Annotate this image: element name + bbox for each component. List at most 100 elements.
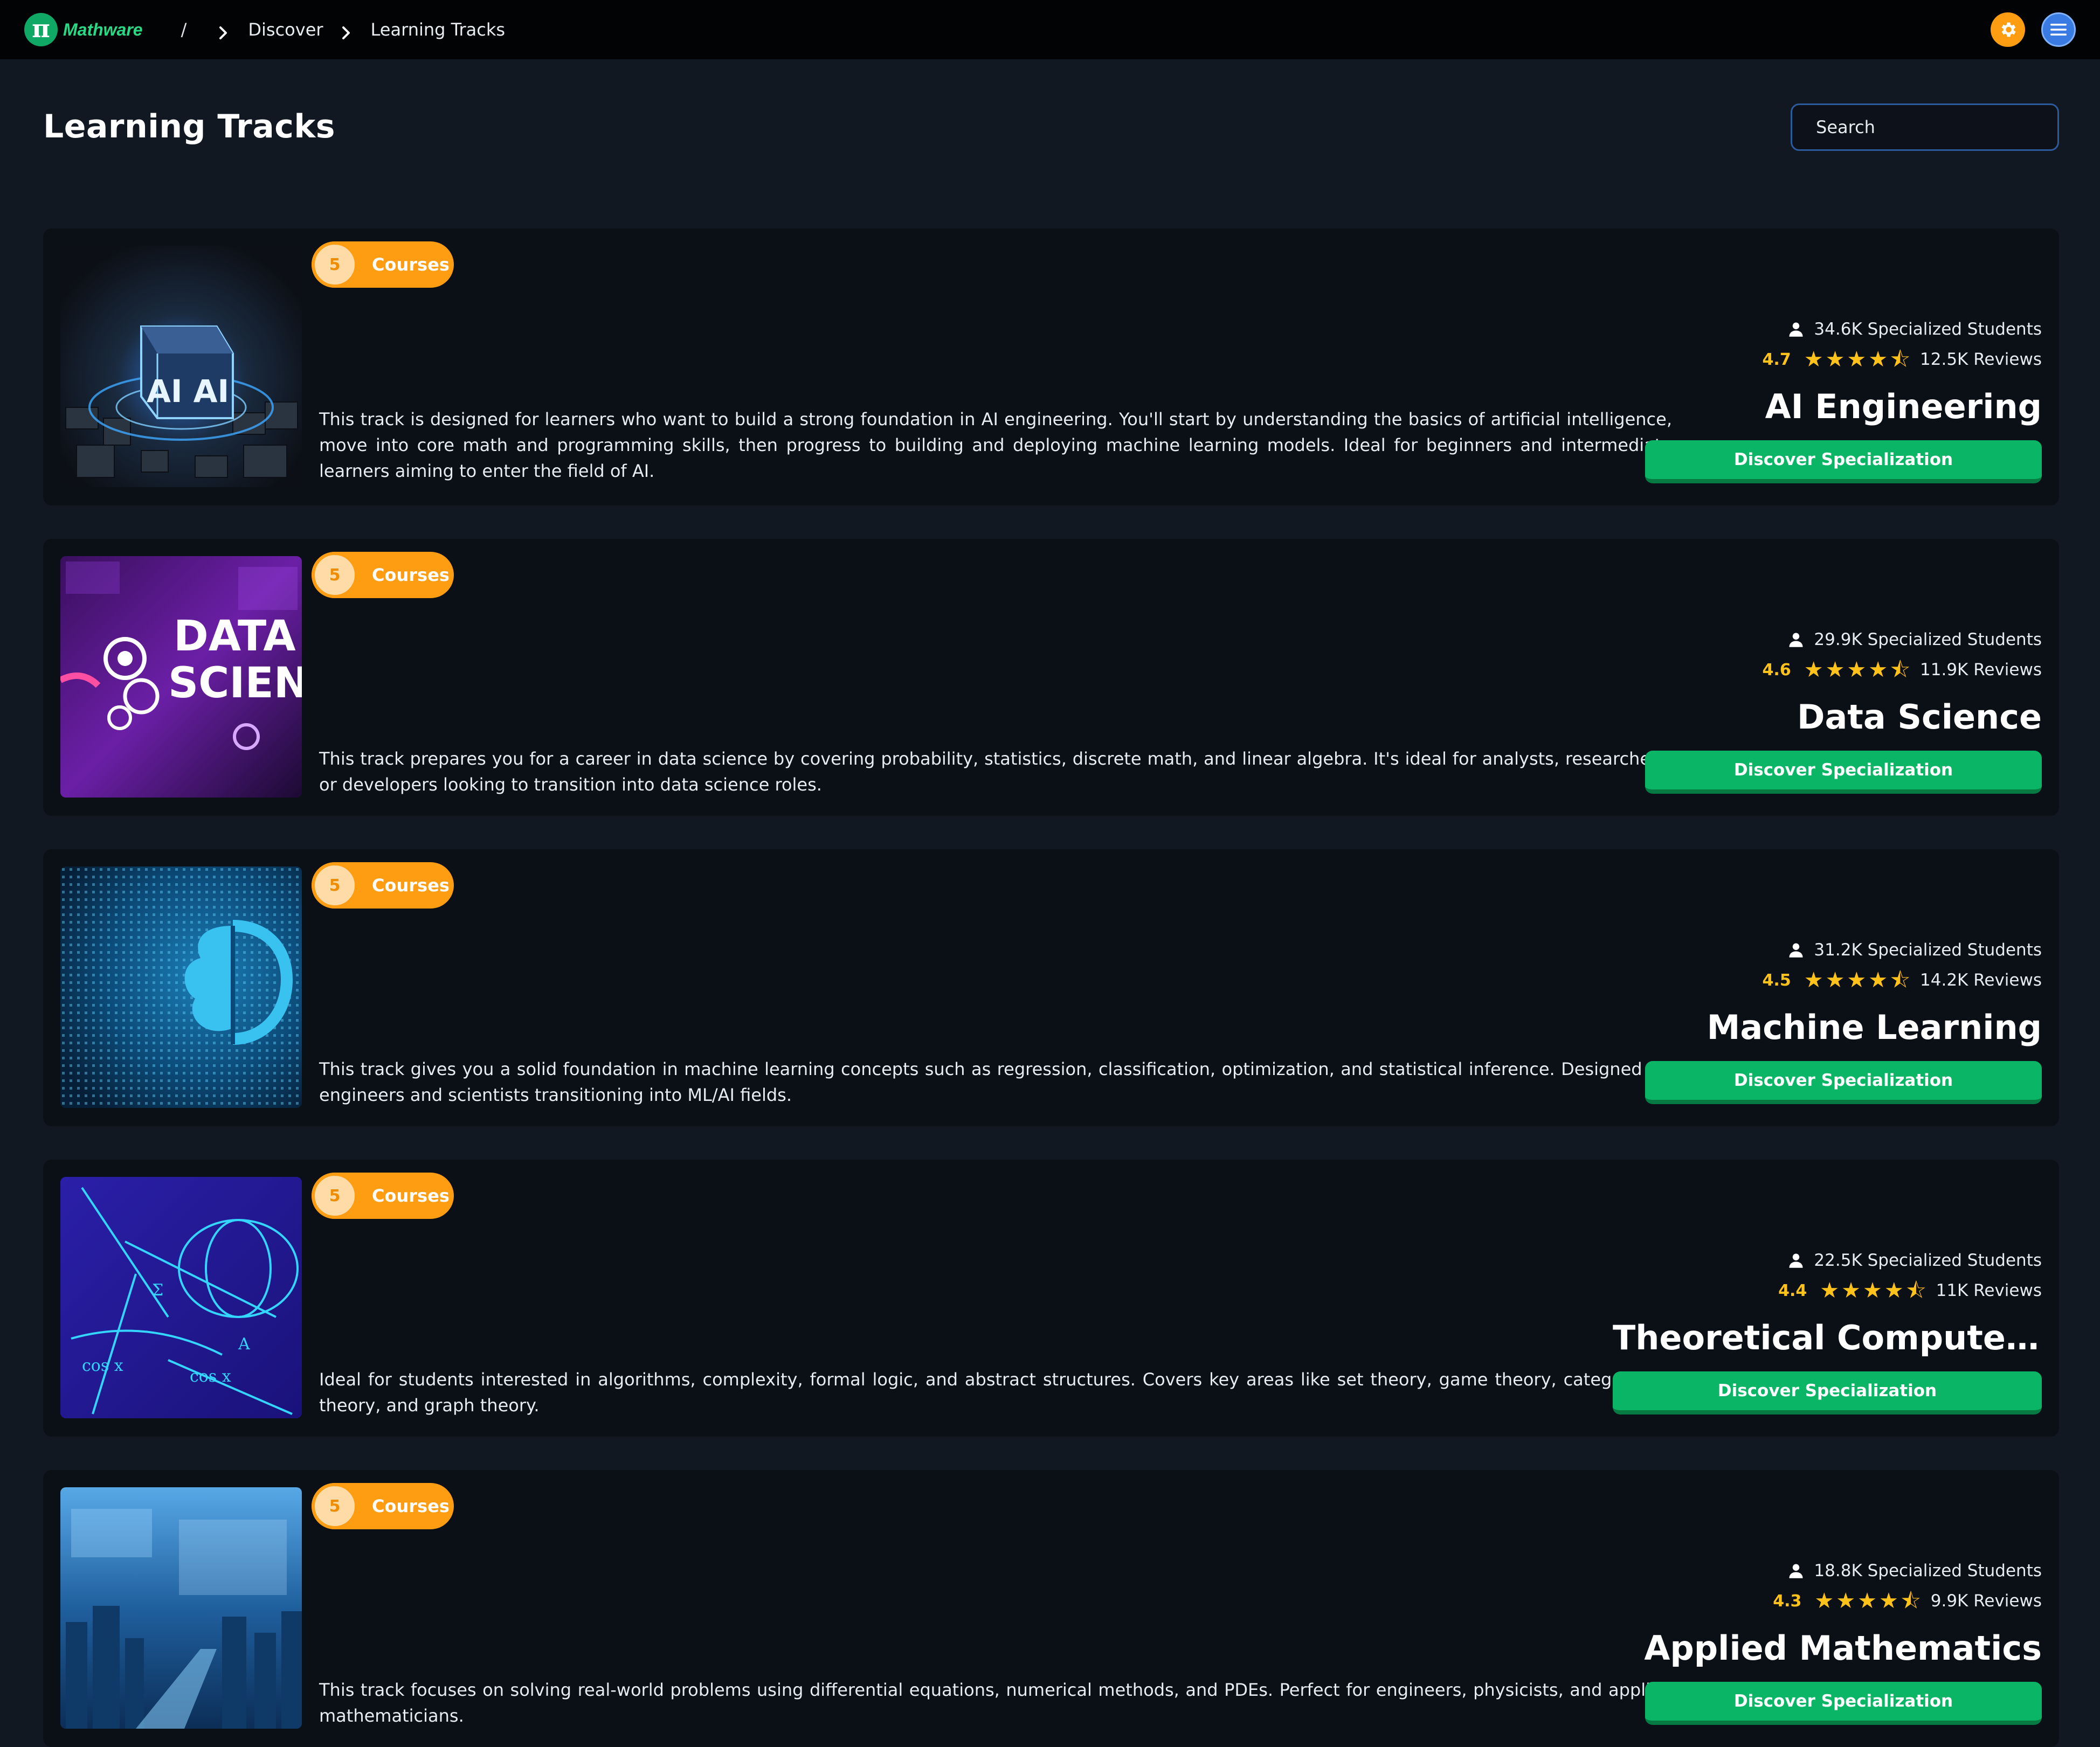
discover-specialization-button[interactable]: Discover Specialization (1645, 1061, 2042, 1104)
star-full-icon: ★ (1804, 657, 1823, 682)
breadcrumb-separator: / (181, 19, 187, 40)
students-count: 34.6K Specialized Students (1788, 316, 2042, 343)
person-icon (1789, 1253, 1803, 1268)
settings-gear-icon (2001, 22, 2016, 37)
mathware-logo[interactable]: π Mathware (24, 0, 143, 59)
track-meta: 22.5K Specialized Students 4.4 ★ ★ ★ ★ ⯪ 11K… (1613, 1247, 2042, 1415)
students-count: 29.9K Specialized Students (1788, 626, 2042, 653)
person-icon (1789, 633, 1803, 647)
star-half-icon: ⯪ (1890, 347, 1911, 372)
star-full-icon: ★ (1857, 1589, 1877, 1613)
star-full-icon: ★ (1847, 657, 1867, 682)
track-card: AI AI 5 Courses This track is designed f… (43, 228, 2059, 505)
track-meta: 18.8K Specialized Students 4.3 ★ ★ ★ ★ ⯪ 9.9… (1644, 1557, 2042, 1725)
star-full-icon: ★ (1847, 968, 1867, 993)
track-title[interactable]: Applied Mathematics (1644, 1628, 2042, 1668)
discover-specialization-button[interactable]: Discover Specialization (1645, 1682, 2042, 1725)
star-full-icon: ★ (1825, 347, 1845, 372)
track-title[interactable]: AI Engineering (1765, 387, 2042, 426)
star-full-icon: ★ (1868, 347, 1888, 372)
menu-button[interactable] (2041, 12, 2076, 47)
track-card: cos x cos x Σ A 5 Courses Ideal for stud… (43, 1160, 2059, 1437)
svg-text:Σ: Σ (152, 1281, 163, 1300)
courses-count: 5 (312, 862, 358, 909)
track-description: This track is designed for learners who … (319, 409, 1672, 481)
track-meta: 31.2K Specialized Students 4.5 ★ ★ ★ ★ ⯪ 14.… (1645, 937, 2042, 1104)
search-input[interactable] (1791, 103, 2059, 151)
star-full-icon: ★ (1825, 657, 1845, 682)
star-rating: ★ ★ ★ ★ ⯪ (1814, 1590, 1921, 1612)
courses-badge: 5 Courses (312, 552, 454, 598)
courses-badge: 5 Courses (312, 862, 454, 909)
track-description: This track prepares you for a career in … (319, 748, 1672, 795)
rating-row: 4.6 ★ ★ ★ ★ ⯪ 11.9K Reviews (1763, 653, 2042, 687)
star-full-icon: ★ (1836, 1589, 1856, 1613)
courses-label: Courses (372, 1186, 450, 1206)
courses-badge: 5 Courses (312, 1483, 454, 1529)
courses-label: Courses (372, 565, 450, 585)
reviews-count: 14.2K Reviews (1920, 970, 2042, 990)
students-count: 22.5K Specialized Students (1788, 1247, 2042, 1274)
star-full-icon: ★ (1863, 1278, 1882, 1303)
reviews-count: 11.9K Reviews (1920, 660, 2042, 680)
track-title[interactable]: Machine Learning (1707, 1008, 2042, 1047)
pi-logo-icon: π (24, 13, 58, 46)
page-title: Learning Tracks (43, 108, 335, 145)
settings-button[interactable] (1991, 12, 2025, 47)
chevron-right-icon (218, 24, 230, 39)
top-navbar: π Mathware / Discover Learning Tracks (0, 0, 2100, 59)
rating-row: 4.7 ★ ★ ★ ★ ⯪ 12.5K Reviews (1763, 343, 2042, 376)
track-thumbnail-ai-engineering[interactable]: AI AI (60, 246, 302, 487)
star-full-icon: ★ (1879, 1589, 1898, 1613)
track-thumbnail-applied-mathematics[interactable] (60, 1487, 302, 1729)
rating-row: 4.4 ★ ★ ★ ★ ⯪ 11K Reviews (1778, 1274, 2042, 1307)
star-rating: ★ ★ ★ ★ ⯪ (1804, 969, 1910, 991)
breadcrumb-discover[interactable]: Discover (248, 19, 323, 40)
star-half-icon: ⯪ (1890, 657, 1911, 682)
hamburger-menu-icon (2050, 24, 2067, 36)
rating-value: 4.4 (1778, 1281, 1807, 1300)
track-thumbnail-theoretical-cs[interactable]: cos x cos x Σ A (60, 1177, 302, 1418)
star-half-icon: ⯪ (1905, 1278, 1926, 1303)
star-rating: ★ ★ ★ ★ ⯪ (1804, 349, 1910, 370)
courses-label: Courses (372, 1496, 450, 1516)
track-thumbnail-data-science[interactable]: DATA SCIENC (60, 556, 302, 798)
chevron-right-icon (341, 24, 353, 39)
track-thumbnail-machine-learning[interactable] (60, 866, 302, 1108)
discover-specialization-button[interactable]: Discover Specialization (1645, 440, 2042, 483)
science-image-text: SCIENC (168, 659, 302, 708)
track-description: This track gives you a solid foundation … (319, 1059, 1672, 1105)
star-full-icon: ★ (1814, 1589, 1834, 1613)
rating-value: 4.6 (1762, 660, 1791, 680)
star-full-icon: ★ (1804, 968, 1823, 993)
breadcrumb: / Discover Learning Tracks (167, 19, 505, 40)
ai-image-text: AI AI (147, 373, 229, 410)
courses-label: Courses (372, 254, 450, 275)
person-icon (1789, 943, 1803, 958)
students-count: 31.2K Specialized Students (1788, 937, 2042, 963)
breadcrumb-learning-tracks[interactable]: Learning Tracks (371, 19, 506, 40)
courses-count: 5 (312, 552, 358, 598)
star-rating: ★ ★ ★ ★ ⯪ (1820, 1280, 1926, 1301)
track-description: This track focuses on solving real-world… (319, 1680, 1672, 1726)
discover-specialization-button[interactable]: Discover Specialization (1613, 1371, 2042, 1415)
track-description: Ideal for students interested in algorit… (319, 1369, 1640, 1416)
star-full-icon: ★ (1868, 968, 1888, 993)
star-full-icon: ★ (1884, 1278, 1904, 1303)
rating-row: 4.3 ★ ★ ★ ★ ⯪ 9.9K Reviews (1773, 1584, 2042, 1618)
star-full-icon: ★ (1820, 1278, 1840, 1303)
rating-row: 4.5 ★ ★ ★ ★ ⯪ 14.2K Reviews (1763, 963, 2042, 997)
track-title[interactable]: Data Science (1797, 697, 2042, 737)
star-full-icon: ★ (1804, 347, 1823, 372)
person-icon (1789, 322, 1803, 337)
track-title[interactable]: Theoretical Computer Sci... (1613, 1318, 2042, 1357)
discover-specialization-button[interactable]: Discover Specialization (1645, 751, 2042, 794)
reviews-count: 12.5K Reviews (1920, 350, 2042, 369)
students-count: 18.8K Specialized Students (1788, 1557, 2042, 1584)
courses-badge: 5 Courses (312, 1173, 454, 1219)
star-full-icon: ★ (1868, 657, 1888, 682)
courses-badge: 5 Courses (312, 241, 454, 288)
data-image-text: DATA (174, 612, 296, 661)
track-meta: 34.6K Specialized Students 4.7 ★ ★ ★ ★ ⯪ 12.… (1645, 316, 2042, 483)
star-half-icon: ⯪ (1900, 1589, 1921, 1613)
